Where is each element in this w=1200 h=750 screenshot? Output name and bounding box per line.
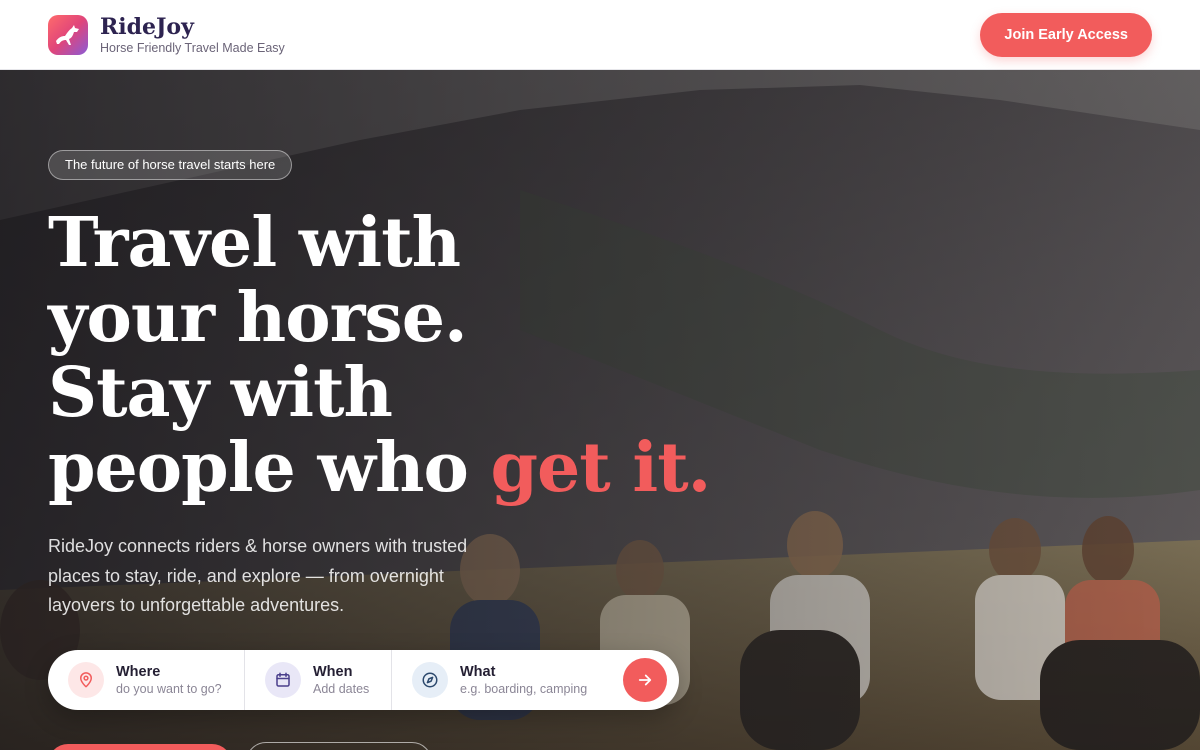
when-text: When Add dates — [313, 663, 369, 697]
search-where-field[interactable]: Where do you want to go? — [48, 650, 244, 710]
brand-name: RideJoy — [100, 13, 194, 40]
where-text: Where do you want to go? — [116, 663, 222, 697]
headline-line-4-prefix: people who — [48, 428, 491, 508]
hero-primary-button[interactable] — [48, 744, 232, 750]
headline-line-3: Stay with — [48, 353, 393, 433]
where-hint: do you want to go? — [116, 682, 222, 696]
what-text: What e.g. boarding, camping — [460, 663, 587, 697]
trip-search-bar: Where do you want to go? When Add dates — [48, 650, 679, 710]
headline-line-4: people who get it. — [48, 431, 748, 506]
what-hint: e.g. boarding, camping — [460, 682, 588, 696]
where-label: Where — [116, 664, 161, 680]
brand-tagline: Horse Friendly Travel Made Easy — [100, 40, 285, 55]
hero-headline: Travel with your horse. Stay with people… — [48, 206, 748, 506]
what-label: What — [460, 664, 496, 680]
search-submit-button[interactable] — [623, 658, 667, 702]
navigation-icon — [412, 662, 448, 698]
map-pin-icon — [68, 662, 104, 698]
when-label: When — [313, 664, 353, 680]
brand-logo-link[interactable]: RideJoy Horse Friendly Travel Made Easy — [48, 14, 285, 56]
when-hint: Add dates — [313, 682, 370, 696]
headline-accent: get it. — [490, 428, 712, 508]
brand-text: RideJoy Horse Friendly Travel Made Easy — [100, 14, 285, 56]
announcement-pill: The future of horse travel starts here — [48, 150, 293, 180]
calendar-icon — [265, 662, 301, 698]
hero-section: The future of horse travel starts here T… — [0, 70, 1200, 750]
headline-line-2: your horse. — [48, 278, 468, 358]
arrow-right-icon — [638, 674, 652, 686]
site-header: RideJoy Horse Friendly Travel Made Easy … — [0, 0, 1200, 70]
search-when-field[interactable]: When Add dates — [244, 650, 391, 710]
hero-content: The future of horse travel starts here T… — [48, 150, 748, 621]
hero-subcopy: RideJoy connects riders & horse owners w… — [48, 536, 468, 615]
horse-logo-icon — [48, 14, 88, 55]
hero-secondary-button[interactable] — [246, 742, 432, 750]
join-early-access-button[interactable]: Join Early Access — [980, 12, 1152, 57]
search-what-field[interactable]: What e.g. boarding, camping — [391, 650, 616, 710]
headline-line-1: Travel with — [48, 203, 461, 283]
